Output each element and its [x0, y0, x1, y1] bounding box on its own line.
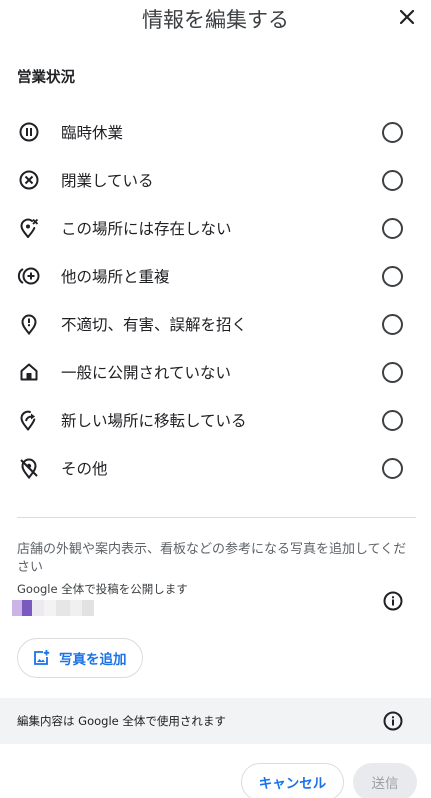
option-temporarily-closed[interactable]: 臨時休業	[0, 112, 431, 152]
radio-button[interactable]	[382, 265, 403, 287]
close-icon	[399, 9, 415, 25]
option-other[interactable]: その他	[0, 448, 431, 488]
cancel-circle-icon	[17, 168, 41, 192]
other-location-icon	[17, 456, 41, 480]
radio-button[interactable]	[382, 457, 403, 479]
submit-button[interactable]: 送信	[353, 763, 417, 798]
radio-button[interactable]	[382, 313, 403, 335]
option-label: 臨時休業	[61, 124, 124, 142]
dialog-header: 情報を編集する	[0, 0, 431, 36]
radio-button[interactable]	[382, 217, 403, 239]
option-not-public[interactable]: 一般に公開されていない	[0, 352, 431, 392]
option-permanently-closed[interactable]: 閉業している	[0, 160, 431, 200]
option-label: 不適切、有害、誤解を招く	[61, 316, 248, 334]
moved-location-icon	[17, 408, 41, 432]
usage-notice: 編集内容は Google 全体で使用されます	[0, 698, 431, 744]
section-title-status: 営業状況	[17, 70, 75, 86]
radio-button[interactable]	[382, 409, 403, 431]
option-label: 閉業している	[61, 172, 154, 190]
option-label: 一般に公開されていない	[61, 364, 232, 382]
option-label: 他の場所と重複	[61, 268, 170, 286]
option-inappropriate[interactable]: 不適切、有害、誤解を招く	[0, 304, 431, 344]
add-photo-button[interactable]: 写真を追加	[17, 638, 143, 678]
option-does-not-exist[interactable]: この場所には存在しない	[0, 208, 431, 248]
option-label: 新しい場所に移転している	[61, 412, 247, 430]
cancel-button[interactable]: キャンセル	[241, 763, 344, 798]
option-moved[interactable]: 新しい場所に移転している	[0, 400, 431, 440]
section-divider	[17, 517, 416, 518]
radio-button[interactable]	[382, 169, 403, 191]
location-alert-icon	[17, 312, 41, 336]
notice-text: 編集内容は Google 全体で使用されます	[17, 714, 226, 728]
add-photo-icon	[32, 649, 50, 667]
radio-button[interactable]	[382, 361, 403, 383]
info-button-public[interactable]	[382, 590, 404, 612]
option-label: その他	[61, 460, 108, 478]
add-photo-label: 写真を追加	[59, 652, 127, 668]
redacted-account-name	[12, 600, 94, 616]
option-duplicate[interactable]: 他の場所と重複	[0, 256, 431, 296]
duplicate-location-icon	[17, 264, 41, 288]
dialog-title: 情報を編集する	[142, 8, 289, 32]
photo-prompt: 店舗の外観や案内表示、看板などの参考になる写真を追加してください	[17, 542, 407, 575]
pause-circle-icon	[17, 120, 41, 144]
close-button[interactable]	[395, 5, 419, 29]
info-icon	[383, 711, 403, 731]
option-label: この場所には存在しない	[61, 220, 232, 238]
info-icon	[383, 591, 403, 611]
radio-button[interactable]	[382, 121, 403, 143]
public-note: Google 全体で投稿を公開します	[17, 582, 188, 596]
location-off-icon	[17, 216, 41, 240]
info-button-notice[interactable]	[382, 710, 404, 732]
home-icon	[17, 360, 41, 384]
